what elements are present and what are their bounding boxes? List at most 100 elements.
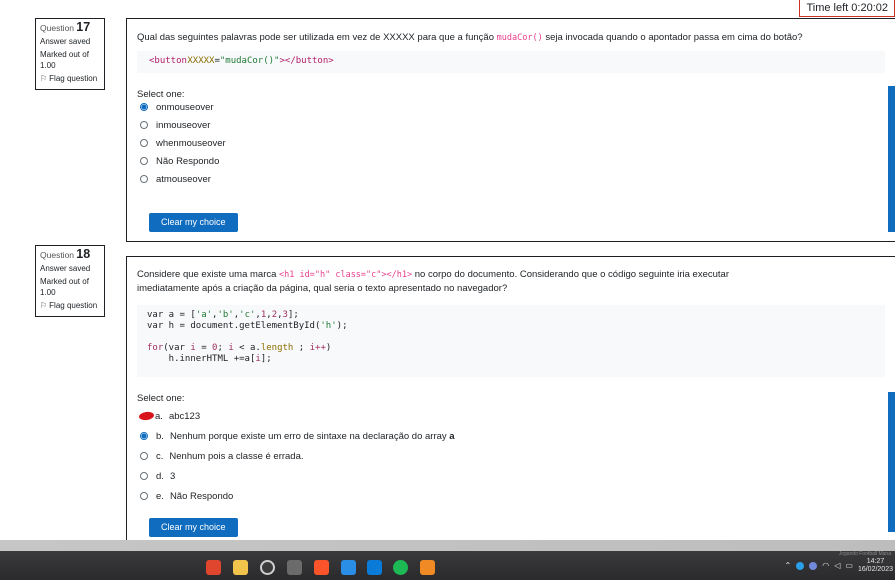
answer-option[interactable]: inmouseover [137, 116, 226, 134]
radio-button[interactable] [140, 432, 148, 440]
radio-button[interactable] [140, 492, 148, 500]
scrollbar-accent [888, 392, 895, 532]
code-token: ></button> [279, 56, 334, 66]
code-line: var h = document.getElementById('h'); [147, 321, 875, 332]
flag-question-link[interactable]: ⚐ Flag question [40, 73, 100, 84]
code-token: 'c' [239, 310, 256, 320]
code-token: var h = document.getElementById( [147, 321, 321, 331]
question-text-part: seja invocada quando o apontador passa e… [545, 32, 803, 43]
question-grade: Marked out of 1.00 [40, 50, 89, 70]
question-text-part: Considere que existe uma marca [137, 269, 277, 280]
vscode-icon[interactable] [341, 560, 356, 575]
code-line: h.innerHTML +=a[i]; [147, 354, 875, 365]
option-label: Não Respondo [156, 155, 220, 167]
radio-button[interactable] [140, 157, 148, 165]
annotation-mark [138, 410, 155, 422]
flag-icon: ⚐ [40, 74, 48, 83]
clear-choice-button[interactable]: Clear my choice [149, 518, 238, 537]
question-text-part: imediatamente após a criação da página, … [137, 283, 508, 294]
code-token: ); [336, 321, 348, 331]
code-token: (var [163, 343, 191, 353]
radio-button[interactable] [140, 472, 148, 480]
answer-option[interactable]: a. abc123 [137, 406, 455, 426]
question-state: Answer saved [40, 37, 91, 46]
answer-option[interactable]: c. Nenhum pois a classe é errada. [137, 446, 455, 466]
code-token: 'b' [217, 310, 234, 320]
code-token: ]; [287, 310, 299, 320]
mail-icon[interactable] [367, 560, 382, 575]
option-label: onmouseover [156, 101, 214, 113]
question-state: Answer saved [40, 264, 91, 273]
code-line: for(var i = 0; i < a.length ; i++) [147, 343, 875, 354]
system-tray: ⌃ ◠ ◁ ▭ 14:27 16/02/2023 [785, 551, 895, 580]
file-explorer-icon[interactable] [233, 560, 248, 575]
app-icon[interactable] [287, 560, 302, 575]
spotify-icon[interactable] [393, 560, 408, 575]
radio-button[interactable] [140, 121, 148, 129]
taskbar [0, 551, 895, 580]
option-letter: c. [156, 450, 164, 462]
option-label: 3 [169, 470, 176, 482]
question-18-text: Considere que existe uma marca <h1 id="h… [137, 268, 895, 295]
question-number: 18 [76, 247, 91, 261]
inline-code: <h1 id="h" class="c"></h1> [279, 270, 413, 280]
inline-code: mudaCor() [496, 33, 543, 43]
flag-question-label: Flag question [49, 74, 98, 83]
question-info-17: Question 17 Answer saved Marked out of 1… [35, 18, 105, 90]
clock[interactable]: 14:27 16/02/2023 [858, 558, 893, 574]
code-token: ) [325, 343, 332, 353]
answer-option[interactable]: Não Respondo [137, 152, 226, 170]
option-label: abc123 [168, 410, 201, 422]
select-one-label: Select one: [137, 393, 185, 404]
answer-option[interactable]: whenmouseover [137, 134, 226, 152]
code-line: var a = ['a','b','c',1,2,3]; [147, 310, 875, 321]
volume-icon[interactable]: ◁ [834, 561, 840, 570]
battery-icon[interactable]: ▭ [845, 561, 853, 570]
code-token: ; [217, 343, 229, 353]
tray-app-icon[interactable] [796, 561, 805, 570]
option-letter: d. [156, 470, 164, 482]
app-icon[interactable] [420, 560, 435, 575]
question-label: Question [40, 23, 75, 33]
option-label: Nenhum pois a classe é errada. [169, 450, 304, 462]
flag-question-link[interactable]: ⚐ Flag question [40, 300, 100, 311]
code-token: length [260, 343, 294, 353]
option-label: inmouseover [156, 119, 211, 131]
radio-button[interactable] [140, 103, 148, 111]
radio-button[interactable] [140, 452, 148, 460]
answer-option[interactable]: e. Não Respondo [137, 486, 455, 506]
code-block: var a = ['a','b','c',1,2,3]; var h = docu… [137, 305, 885, 377]
question-grade: Marked out of 1.00 [40, 277, 89, 297]
option-letter: b. [156, 430, 164, 442]
time-left-indicator: Time left 0:20:02 [799, 0, 895, 17]
brave-browser-icon[interactable] [314, 560, 329, 575]
question-label: Question [40, 250, 75, 260]
discord-icon[interactable] [809, 561, 818, 570]
option-label-emphasis: a [449, 430, 455, 442]
option-letter: e. [156, 490, 164, 502]
code-token: XXXXX [187, 56, 215, 66]
code-token: var a = [ [147, 310, 196, 320]
option-label: whenmouseover [156, 137, 226, 149]
radio-button[interactable] [140, 139, 148, 147]
office-icon[interactable] [206, 560, 221, 575]
code-token: = [195, 343, 213, 353]
clock-date: 16/02/2023 [857, 565, 893, 573]
answer-option[interactable]: b. Nenhum porque existe um erro de sintax… [137, 426, 455, 446]
option-label: Nenhum porque existe um erro de sintaxe … [169, 430, 447, 442]
question-number: 17 [76, 20, 91, 34]
code-token: ]; [260, 354, 272, 364]
answer-option[interactable]: atmouseover [137, 170, 226, 188]
wifi-icon[interactable]: ◠ [822, 561, 829, 570]
flag-icon: ⚐ [40, 301, 48, 310]
github-icon[interactable] [260, 560, 275, 575]
chevron-up-icon[interactable]: ⌃ [785, 561, 792, 570]
answer-option[interactable]: d. 3 [137, 466, 455, 486]
option-label: Não Respondo [169, 490, 234, 502]
code-block: <button XXXXX="mudaCor()"></button> [137, 51, 885, 73]
flag-question-label: Flag question [49, 301, 98, 310]
window-bottom-edge [0, 540, 895, 551]
radio-button[interactable] [140, 175, 148, 183]
answer-option[interactable]: onmouseover [137, 98, 226, 116]
clear-choice-button[interactable]: Clear my choice [149, 213, 238, 232]
